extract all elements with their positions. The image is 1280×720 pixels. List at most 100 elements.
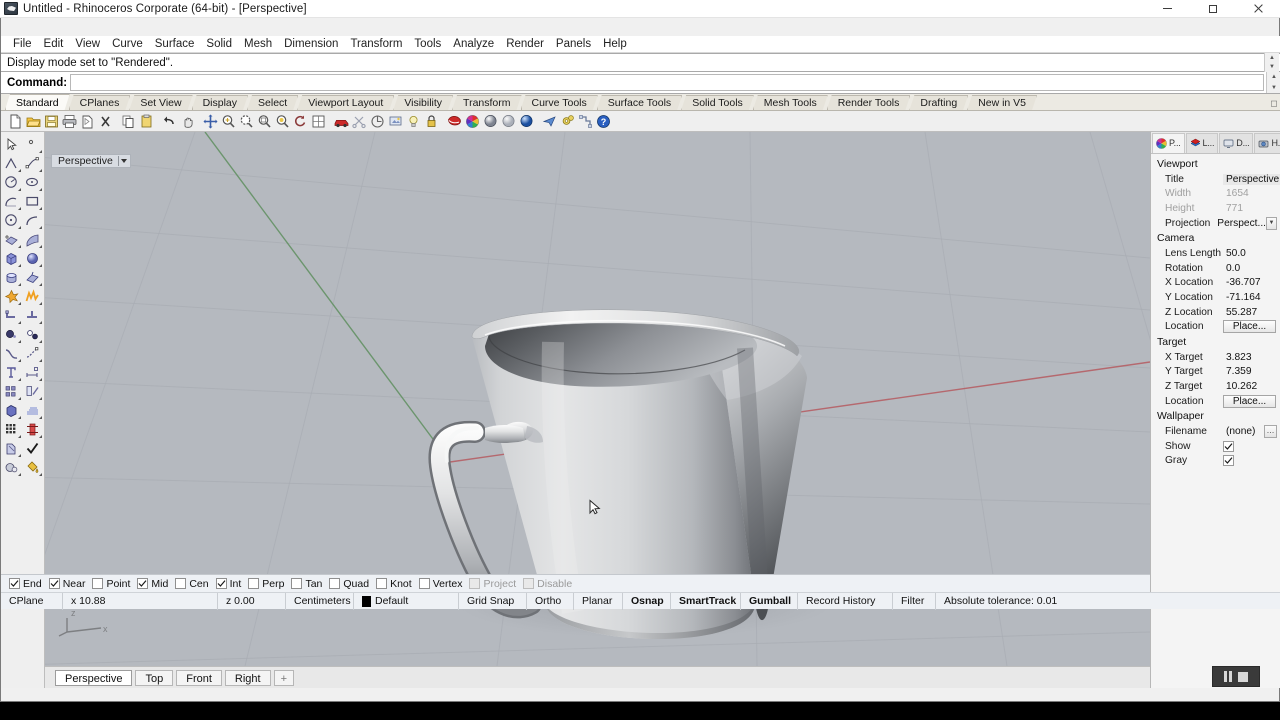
move-crosshair-icon[interactable] <box>202 113 219 130</box>
viewport-tab-top[interactable]: Top <box>135 669 174 686</box>
osnap-point-checkbox[interactable] <box>92 578 104 589</box>
tab-render-tools[interactable]: Render Tools <box>827 95 911 110</box>
circle-center-icon[interactable] <box>1 211 22 230</box>
osnap-tan-checkbox[interactable] <box>291 578 303 589</box>
row-target-location[interactable]: Location Place... <box>1151 394 1280 409</box>
rectangle-icon[interactable] <box>22 192 43 211</box>
projection-combobox[interactable]: Perspect... ▼ <box>1214 216 1280 230</box>
undo-icon[interactable] <box>161 113 178 130</box>
array-icon[interactable] <box>1 382 22 401</box>
tab-set-view[interactable]: Set View <box>129 95 192 110</box>
surface-edit-icon[interactable] <box>1 230 22 249</box>
grid-snap-icon[interactable] <box>310 113 327 130</box>
status-toggle-planar[interactable]: Planar <box>574 592 623 610</box>
osnap-int[interactable]: Int <box>215 578 241 590</box>
join-icon[interactable] <box>1 306 22 325</box>
tab-visibility[interactable]: Visibility <box>393 95 453 110</box>
row-rotation[interactable]: Rotation 0.0 <box>1151 261 1280 276</box>
row-lens-length[interactable]: Lens Length 50.0 <box>1151 246 1280 261</box>
save-icon[interactable] <box>43 113 60 130</box>
circle-icon[interactable] <box>1 173 22 192</box>
osnap-vertex-checkbox[interactable] <box>418 578 430 589</box>
chevron-down-icon[interactable]: ▼ <box>1266 216 1277 230</box>
row-camera-location[interactable]: Location Place... <box>1151 319 1280 334</box>
osnap-int-checkbox[interactable] <box>215 578 227 589</box>
menu-render[interactable]: Render <box>500 36 550 53</box>
curve-tools-icon[interactable] <box>1 344 22 363</box>
status-units[interactable]: Centimeters <box>286 592 354 610</box>
gray-checkbox[interactable] <box>1223 455 1234 467</box>
value-lens-length[interactable]: 50.0 <box>1223 248 1280 259</box>
panel-tab-help[interactable]: H... <box>1254 132 1280 153</box>
value-y-location[interactable]: -71.164 <box>1223 292 1280 303</box>
print-icon[interactable] <box>61 113 78 130</box>
box-icon[interactable] <box>1 249 22 268</box>
panel-tab-layers[interactable]: L... <box>1185 132 1219 153</box>
menu-solid[interactable]: Solid <box>200 36 238 53</box>
arc-icon[interactable] <box>1 192 22 211</box>
scroll-down-icon[interactable]: ▼ <box>1267 83 1280 94</box>
scroll-down-icon[interactable]: ▼ <box>1265 63 1279 73</box>
osnap-project[interactable]: Project <box>469 578 516 590</box>
camera-place-button[interactable]: Place... <box>1223 320 1276 334</box>
tab-cplanes[interactable]: CPlanes <box>69 95 131 110</box>
maximize-button[interactable] <box>1190 0 1235 18</box>
mesh-icon[interactable] <box>22 401 43 420</box>
menu-analyze[interactable]: Analyze <box>447 36 500 53</box>
fillet-icon[interactable] <box>22 325 43 344</box>
status-toggle-ortho[interactable]: Ortho <box>527 592 574 610</box>
tab-viewport-layout[interactable]: Viewport Layout <box>297 95 394 110</box>
tab-select[interactable]: Select <box>247 95 298 110</box>
curve-from-object-icon[interactable] <box>22 344 43 363</box>
pause-button[interactable] <box>1224 671 1232 682</box>
osnap-vertex[interactable]: Vertex <box>418 578 462 590</box>
menu-curve[interactable]: Curve <box>106 36 149 53</box>
lock-icon[interactable] <box>423 113 440 130</box>
paper-plane-icon[interactable] <box>541 113 558 130</box>
value-y-target[interactable]: 7.359 <box>1223 366 1280 377</box>
transform-icon[interactable] <box>1 439 22 458</box>
viewport-title-control[interactable]: Perspective <box>51 154 131 168</box>
osnap-perp[interactable]: Perp <box>248 578 284 590</box>
tab-transform[interactable]: Transform <box>452 95 521 110</box>
checkmark-icon[interactable] <box>22 439 43 458</box>
status-toggle-grid-snap[interactable]: Grid Snap <box>459 592 527 610</box>
ghosted-sphere-icon[interactable] <box>500 113 517 130</box>
osnap-quad[interactable]: Quad <box>329 578 369 590</box>
row-filename[interactable]: Filename (none) … <box>1151 424 1280 439</box>
osnap-cen-checkbox[interactable] <box>175 578 187 589</box>
row-y-target[interactable]: Y Target 7.359 <box>1151 365 1280 380</box>
osnap-end[interactable]: End <box>9 578 42 590</box>
osnap-end-checkbox[interactable] <box>9 578 20 589</box>
tab-curve-tools[interactable]: Curve Tools <box>521 95 598 110</box>
row-x-target[interactable]: X Target 3.823 <box>1151 350 1280 365</box>
curve-blend-icon[interactable] <box>22 211 43 230</box>
status-toggle-gumball[interactable]: Gumball <box>741 592 798 610</box>
row-show[interactable]: Show <box>1151 439 1280 454</box>
zoom-selected-icon[interactable] <box>274 113 291 130</box>
row-z-location[interactable]: Z Location 55.287 <box>1151 305 1280 320</box>
tab-drafting[interactable]: Drafting <box>909 95 968 110</box>
scroll-up-icon[interactable]: ▲ <box>1265 53 1279 63</box>
menu-dimension[interactable]: Dimension <box>278 36 344 53</box>
row-gray[interactable]: Gray <box>1151 454 1280 469</box>
osnap-mid-checkbox[interactable] <box>137 578 149 589</box>
zoom-extents-icon[interactable] <box>256 113 273 130</box>
close-button[interactable] <box>1235 0 1280 18</box>
ellipse-icon[interactable] <box>22 173 43 192</box>
tab-mesh-tools[interactable]: Mesh Tools <box>753 95 828 110</box>
rotate-view-icon[interactable] <box>292 113 309 130</box>
help-question-icon[interactable]: ? <box>595 113 612 130</box>
viewport-tab-right[interactable]: Right <box>224 669 271 686</box>
pan-hand-icon[interactable] <box>179 113 196 130</box>
menu-file[interactable]: File <box>7 36 38 53</box>
copy-icon[interactable] <box>120 113 137 130</box>
osnap-quad-checkbox[interactable] <box>329 578 341 589</box>
value-x-location[interactable]: -36.707 <box>1223 277 1280 288</box>
viewport-tab-front[interactable]: Front <box>176 669 222 686</box>
tab-solid-tools[interactable]: Solid Tools <box>681 95 754 110</box>
minimize-button[interactable] <box>1145 0 1190 18</box>
layout-grid-icon[interactable] <box>1 420 22 439</box>
render-tools-icon[interactable] <box>1 458 22 477</box>
control-point-curve-icon[interactable] <box>22 154 43 173</box>
